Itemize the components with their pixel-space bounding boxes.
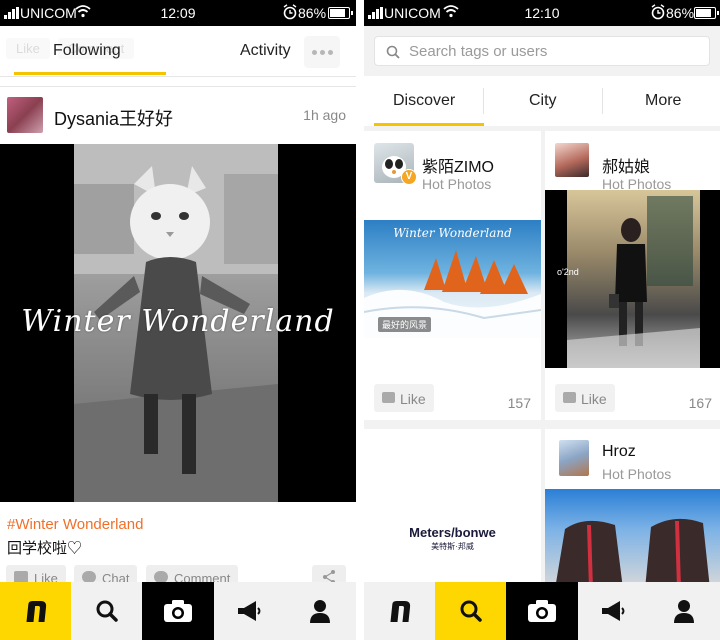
like-label: Like [581,391,607,407]
screen-gap [356,0,364,640]
megaphone-icon [602,601,625,621]
search-icon [96,600,118,622]
battery-icon [694,7,719,19]
photo-card[interactable]: V 紫陌ZIMO Hot Photos Winter Wonderland 最好… [364,131,541,420]
like-button[interactable]: Like [374,384,434,412]
avatar[interactable] [555,143,589,177]
nav-profile[interactable] [285,582,356,640]
search-placeholder: Search tags or users [409,43,548,60]
thumbs-up-icon [563,392,576,403]
active-tab-indicator [14,72,166,75]
active-tab-indicator [374,123,484,126]
megaphone-icon [238,601,261,621]
search-icon [460,600,482,622]
boots-illustration [555,518,710,589]
card-photo[interactable] [545,489,720,589]
photo-card[interactable]: Hroz Hot Photos [545,429,720,589]
battery-percent: 86% [298,5,327,21]
alarm-icon [283,4,297,20]
card-category: Hot Photos [422,176,492,192]
nav-camera[interactable] [506,582,578,640]
search-bar: Search tags or users [364,26,720,76]
brand-logo-cn: 美特斯·邦威 [431,542,474,551]
tab-separator [483,88,484,114]
nav-search[interactable] [435,582,507,640]
card-username[interactable]: 郝姑娘 [602,153,650,177]
photo-overlay-text: Winter Wonderland [21,304,335,339]
brand-ad-card[interactable]: Meters/bonwe 美特斯·邦威 [364,429,541,589]
card-photo-tag: o'2nd [557,267,579,277]
tabs-divider [0,76,356,77]
dot-icon [319,49,325,55]
feed-tabs: Following Activity [0,26,356,76]
like-label: Like [400,391,426,407]
alarm-icon [651,4,665,20]
card-category: Hot Photos [602,466,672,482]
like-count: 157 [507,395,531,411]
like-count: 167 [688,395,712,411]
bottom-nav [0,582,356,640]
camera-icon [528,600,556,622]
verified-badge-icon: V [401,169,417,185]
discover-screen: UNICOM 12:10 86% Search tags or users Di… [364,0,720,640]
brand-logo: Meters/bonwe [409,525,496,540]
post-tag[interactable]: #Winter Wonderland [7,516,143,533]
logo-n-icon [390,601,410,622]
card-username[interactable]: 紫陌ZIMO [422,153,494,177]
nav-home[interactable] [0,582,72,640]
tab-separator [602,88,603,114]
post-author[interactable]: Dysania王好好 [54,105,173,131]
battery-percent: 86% [666,5,695,21]
discover-tabs: Discover City More [364,76,720,126]
post-header: Dysania王好好 1h ago [0,88,356,140]
post-divider [0,86,356,87]
woman-figure-illustration [567,196,700,368]
logo-n-icon [26,601,46,622]
camera-icon [164,600,192,622]
following-screen: UNICOM 12:09 86% Like Comment Following … [0,0,356,640]
nav-announcements[interactable] [578,582,649,640]
bottom-nav [364,582,720,640]
person-icon [310,600,331,623]
like-button[interactable]: Like [555,384,615,412]
search-icon [386,45,400,59]
tab-city[interactable]: City [529,92,557,110]
photo-card[interactable]: 郝姑娘 Hot Photos o'2nd Like 167 [545,131,720,420]
avatar[interactable] [7,97,43,133]
tab-following[interactable]: Following [53,42,121,60]
post-photo[interactable]: Winter Wonderland [0,144,356,502]
tab-activity[interactable]: Activity [240,42,291,60]
post-caption: 回学校啦♡ [7,540,83,557]
avatar[interactable] [559,440,589,476]
card-username[interactable]: Hroz [602,443,636,461]
dot-icon [327,49,333,55]
nav-profile[interactable] [649,582,720,640]
nav-camera[interactable] [142,582,214,640]
search-input[interactable]: Search tags or users [374,36,710,66]
person-icon [674,600,695,623]
card-photo[interactable]: Winter Wonderland 最好的风景 [364,220,541,338]
tab-discover[interactable]: Discover [393,92,455,110]
battery-icon [328,7,353,19]
nav-search[interactable] [71,582,142,640]
card-photo-title: Winter Wonderland [393,226,512,240]
tab-more[interactable]: More [645,92,681,110]
thumbs-up-icon [382,392,395,403]
dot-icon [311,49,317,55]
more-options-button[interactable] [304,36,340,68]
mall-photo-content [567,190,700,368]
nav-announcements[interactable] [214,582,285,640]
status-bar: UNICOM 12:10 86% [364,0,720,26]
post-time: 1h ago [303,107,346,123]
nav-home[interactable] [364,582,435,640]
card-photo-tag: 最好的风景 [378,317,432,332]
status-bar: UNICOM 12:09 86% [0,0,356,26]
card-photo[interactable]: o'2nd [545,190,720,368]
